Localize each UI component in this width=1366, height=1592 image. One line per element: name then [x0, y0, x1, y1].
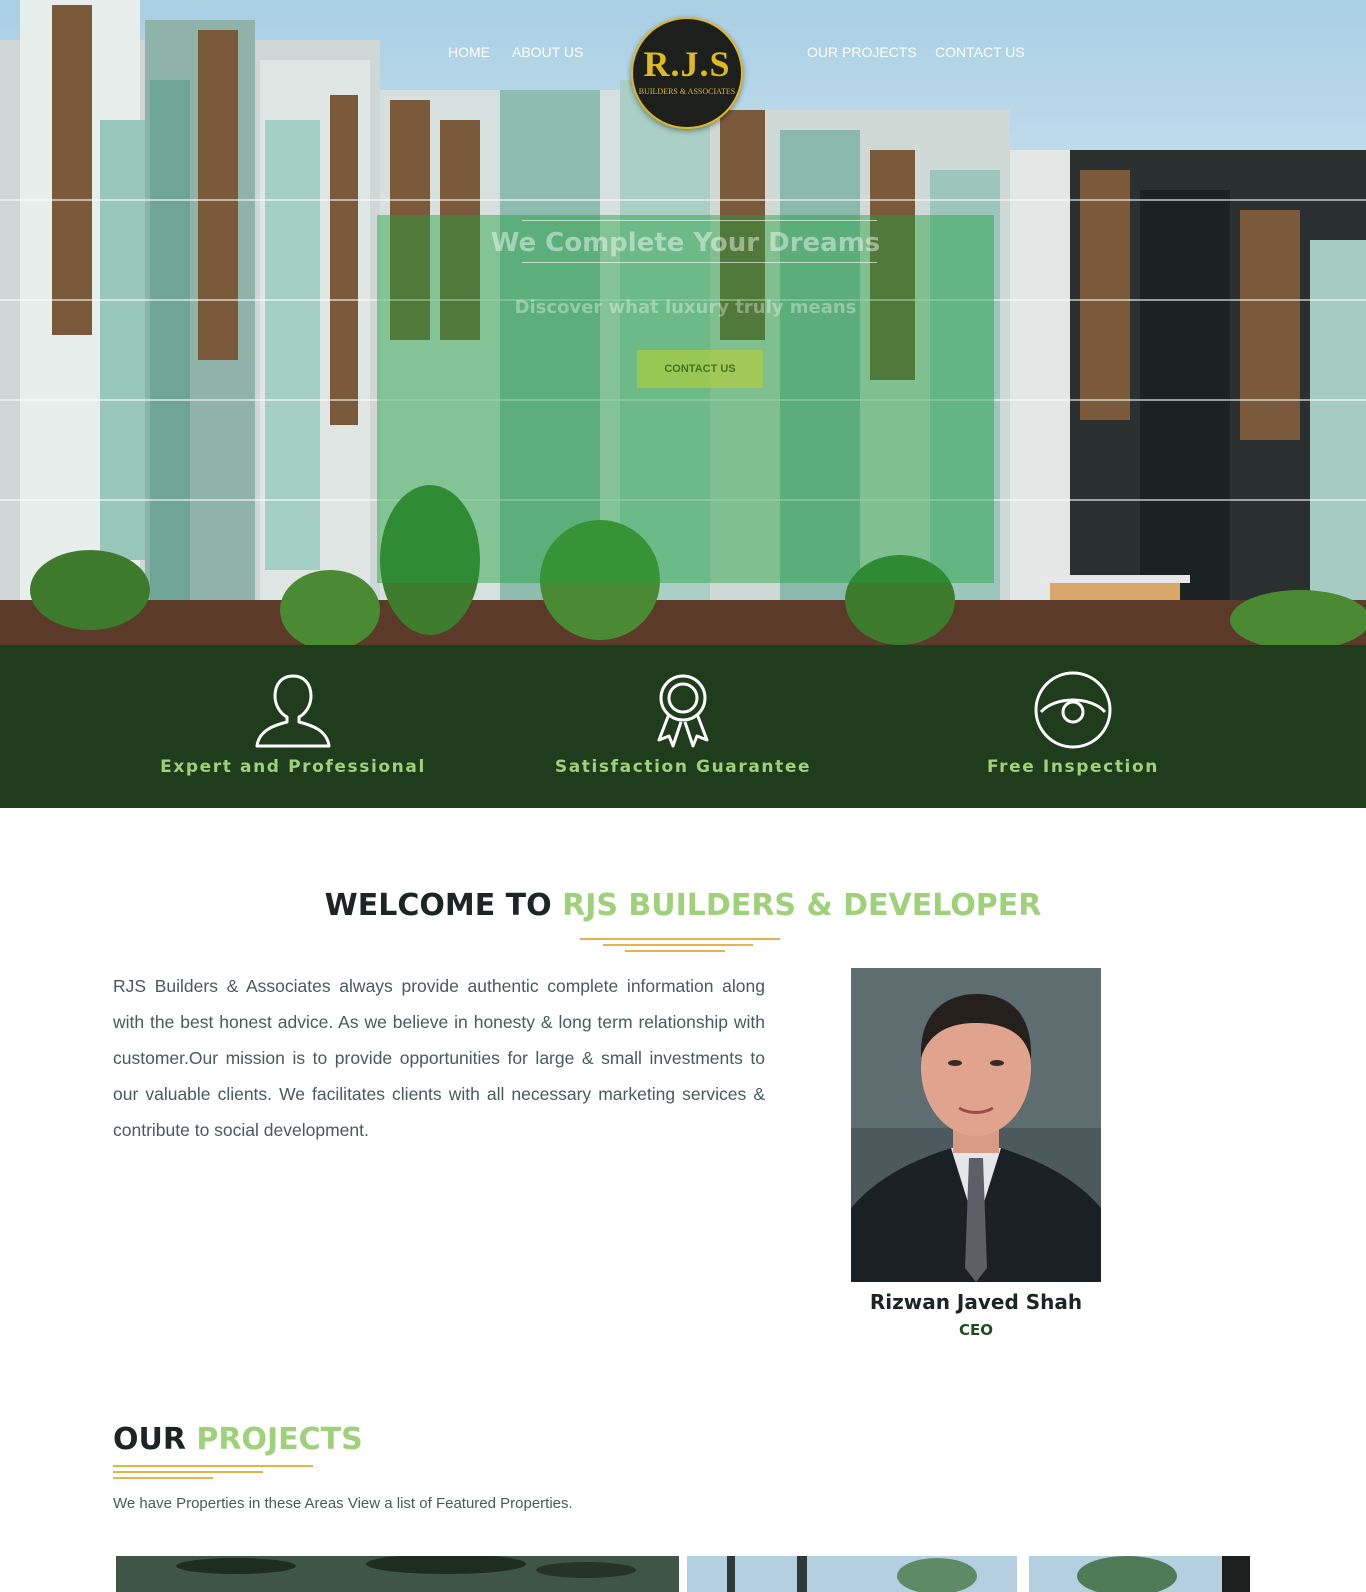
hero-subtitle: Discover what luxury truly means — [514, 297, 857, 318]
logo-tagline: BUILDERS & ASSOCIATES — [638, 87, 736, 96]
welcome-heading: WELCOME TO RJS BUILDERS & DEVELOPER — [0, 888, 1366, 923]
hero-overlay: We Complete Your Dreams Discover what lu… — [377, 215, 994, 583]
ceo-photo — [851, 968, 1101, 1282]
nav-contact-us[interactable]: CONTACT US — [935, 44, 1025, 60]
feature-label: Free Inspection — [987, 757, 1159, 777]
nav-our-projects[interactable]: OUR PROJECTS — [807, 44, 917, 60]
feature-label: Expert and Professional — [160, 757, 426, 777]
feature-label: Satisfaction Guarantee — [554, 757, 812, 777]
heading-divider — [625, 950, 725, 952]
site-logo[interactable]: R.J.S BUILDERS & ASSOCIATES — [631, 17, 743, 129]
title-line-top — [522, 220, 877, 221]
eye-icon — [1034, 671, 1112, 749]
hero-banner: We Complete Your Dreams Discover what lu… — [0, 0, 1366, 645]
heading-divider — [113, 1477, 213, 1479]
project-image[interactable] — [116, 1556, 679, 1592]
award-ribbon-icon — [657, 674, 709, 748]
welcome-paragraph: RJS Builders & Associates always provide… — [113, 976, 765, 1140]
projects-subtitle: We have Properties in these Areas View a… — [113, 1495, 573, 1512]
heading-divider — [113, 1471, 263, 1473]
logo-text: R.J.S — [643, 44, 731, 84]
projects-title-accent: PROJECTS — [196, 1422, 363, 1457]
ceo-role: CEO — [958, 1321, 993, 1339]
heading-divider — [113, 1465, 313, 1467]
welcome-title-accent: RJS BUILDERS & DEVELOPER — [562, 888, 1042, 923]
user-icon — [255, 674, 331, 748]
ceo-name: Rizwan Javed Shah — [869, 1290, 1083, 1314]
nav-home[interactable]: HOME — [448, 44, 490, 60]
projects-title-prefix: OUR — [113, 1422, 186, 1457]
project-image[interactable] — [687, 1556, 1250, 1592]
heading-divider — [603, 944, 753, 946]
hero-title: We Complete Your Dreams — [490, 228, 881, 258]
nav-about-us[interactable]: ABOUT US — [512, 44, 583, 60]
welcome-title-prefix: WELCOME TO — [324, 888, 552, 923]
features-bar: Expert and Professional Satisfaction Gua… — [0, 645, 1366, 808]
title-line-bottom — [522, 262, 877, 263]
hero-contact-button[interactable]: CONTACT US — [637, 350, 763, 388]
projects-heading: OUR PROJECTS — [113, 1422, 363, 1457]
heading-divider — [580, 938, 780, 940]
